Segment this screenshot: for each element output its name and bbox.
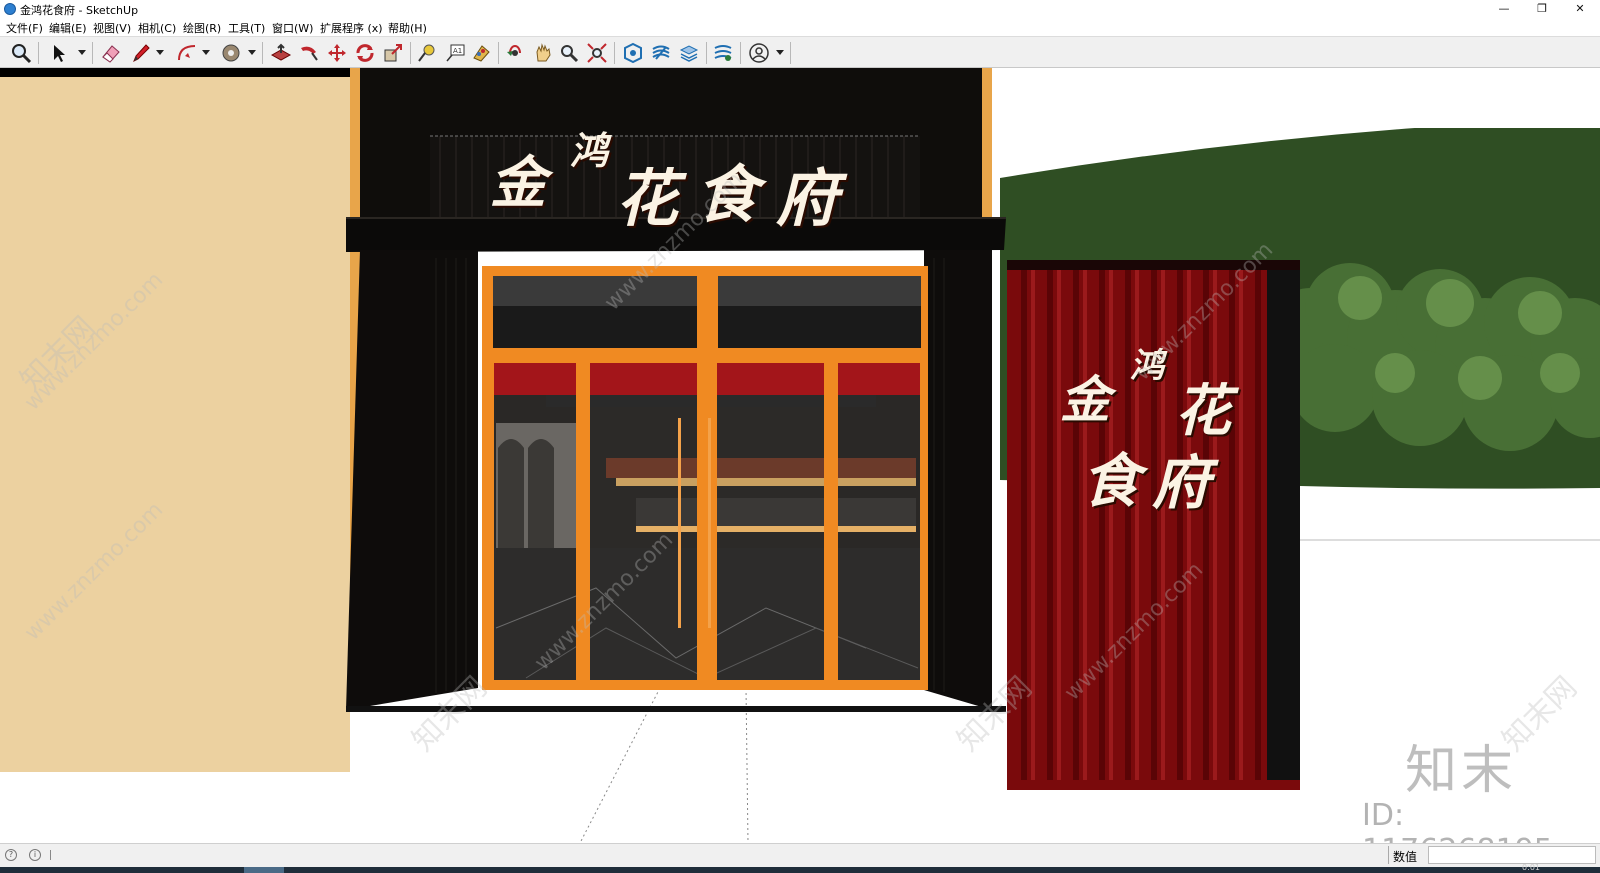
- taskbar-active-item[interactable]: [244, 867, 284, 873]
- status-divider: [50, 850, 51, 860]
- rotate-icon[interactable]: [354, 42, 376, 64]
- eraser-icon[interactable]: [100, 42, 122, 64]
- extension-manager-icon[interactable]: [712, 42, 734, 64]
- text-icon[interactable]: A1: [444, 42, 466, 64]
- credits-icon[interactable]: i: [29, 849, 41, 861]
- large-toolset-toolbar: A1: [0, 36, 1600, 68]
- model-viewport[interactable]: 金 鸿 花 食 府 金 鸿 花 食 府 www.znzmo.com www.zn…: [0, 68, 1600, 843]
- arc-icon[interactable]: [176, 42, 198, 64]
- arc-dropdown-icon[interactable]: [202, 50, 210, 55]
- main-sign-char: 鸿: [570, 128, 609, 173]
- toolbar-separator: [262, 42, 263, 64]
- extension-warehouse-icon[interactable]: [650, 42, 672, 64]
- measurements-label: 数值: [1393, 850, 1418, 864]
- side-sign-char: 府: [1152, 449, 1211, 517]
- text-tool-label: A1: [453, 47, 462, 55]
- orbit-icon[interactable]: [504, 42, 526, 64]
- main-sign-char: 府: [776, 162, 839, 235]
- toolbar-separator: [740, 42, 741, 64]
- menu-view[interactable]: 视图(V): [93, 20, 131, 36]
- taskbar-clock: 0:01: [1522, 863, 1540, 872]
- taskbar: 0:01: [0, 863, 1600, 873]
- status-divider: [1388, 846, 1389, 864]
- push-pull-icon[interactable]: [270, 42, 292, 64]
- geolocation-icon[interactable]: ?: [5, 849, 17, 861]
- status-bar: ? i 数值: [0, 843, 1600, 867]
- side-sign-char: 花: [1175, 378, 1231, 444]
- close-button[interactable]: ✕: [1560, 0, 1600, 18]
- sketchup-app-icon: [4, 3, 16, 15]
- select-icon[interactable]: [48, 42, 70, 64]
- menu-window[interactable]: 窗口(W): [272, 20, 313, 36]
- line-dropdown-icon[interactable]: [156, 50, 164, 55]
- layout-icon[interactable]: [678, 42, 700, 64]
- side-sign-char: 食: [1082, 447, 1141, 515]
- shape-dropdown-icon[interactable]: [248, 50, 256, 55]
- toolbar-separator: [38, 42, 39, 64]
- account-icon[interactable]: [748, 42, 770, 64]
- pan-icon[interactable]: [532, 42, 554, 64]
- minimize-button[interactable]: —: [1484, 0, 1524, 18]
- menu-bar: 文件(F) 编辑(E) 视图(V) 相机(C) 绘图(R) 工具(T) 窗口(W…: [0, 18, 1600, 36]
- toolbar-separator: [92, 42, 93, 64]
- account-dropdown-icon[interactable]: [776, 50, 784, 55]
- toolbar-separator: [614, 42, 615, 64]
- paint-icon[interactable]: [470, 42, 492, 64]
- menu-help[interactable]: 帮助(H): [388, 20, 427, 36]
- menu-extensions[interactable]: 扩展程序 (x): [320, 20, 383, 36]
- toolbar-separator: [410, 42, 411, 64]
- measurements-input[interactable]: [1428, 846, 1596, 864]
- circle-icon[interactable]: [220, 42, 242, 64]
- follow-me-icon[interactable]: [298, 42, 320, 64]
- 3d-warehouse-icon[interactable]: [622, 42, 644, 64]
- scale-icon[interactable]: [382, 42, 404, 64]
- beige-wall: [0, 77, 350, 772]
- main-sign-char: 花: [616, 162, 679, 235]
- toolbar-separator: [790, 42, 791, 64]
- title-bar: 金鸿花食府 - SketchUp — ❐ ✕: [0, 0, 1600, 18]
- pencil-icon[interactable]: [130, 42, 152, 64]
- zoom-tool-icon[interactable]: [558, 42, 580, 64]
- dark-strip: [0, 68, 350, 77]
- menu-file[interactable]: 文件(F): [6, 20, 43, 36]
- menu-edit[interactable]: 编辑(E): [49, 20, 87, 36]
- toolbar-separator: [498, 42, 499, 64]
- watermark-logo: 知末: [1405, 741, 1518, 801]
- side-sign-char: 金: [1060, 370, 1110, 429]
- main-sign-char: 金: [490, 150, 546, 216]
- menu-tools[interactable]: 工具(T): [228, 20, 265, 36]
- select-dropdown-icon[interactable]: [78, 50, 86, 55]
- maximize-button[interactable]: ❐: [1522, 0, 1562, 18]
- window-title: 金鸿花食府 - SketchUp: [20, 4, 139, 17]
- toolbar-separator: [706, 42, 707, 64]
- zoom-icon[interactable]: [10, 42, 32, 64]
- menu-draw[interactable]: 绘图(R): [183, 20, 221, 36]
- tape-measure-icon[interactable]: [416, 42, 438, 64]
- zoom-extents-icon[interactable]: [586, 42, 608, 64]
- menu-camera[interactable]: 相机(C): [138, 20, 176, 36]
- move-icon[interactable]: [326, 42, 348, 64]
- watermark-id: ID: 1176268195: [1362, 798, 1553, 843]
